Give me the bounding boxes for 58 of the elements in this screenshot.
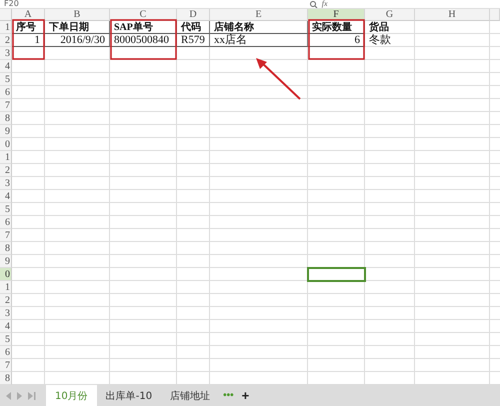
function-label[interactable]: fx bbox=[322, 0, 328, 8]
row-header[interactable]: 7 bbox=[0, 359, 12, 372]
row-header[interactable]: 0 bbox=[0, 268, 12, 281]
row-header[interactable]: 2 bbox=[0, 34, 12, 47]
row-header[interactable]: 8 bbox=[0, 242, 12, 255]
row-header[interactable]: 7 bbox=[0, 229, 12, 242]
column-header[interactable]: B bbox=[45, 9, 110, 21]
row-header[interactable]: 3 bbox=[0, 177, 12, 190]
row-header[interactable]: 4 bbox=[0, 190, 12, 203]
table-cell: 序号 bbox=[12, 21, 45, 34]
row-header[interactable]: 1 bbox=[0, 151, 12, 164]
row-header[interactable]: 3 bbox=[0, 47, 12, 60]
row-header[interactable]: 5 bbox=[0, 333, 12, 346]
row-header[interactable]: 6 bbox=[0, 216, 12, 229]
table-cell: 下单日期 bbox=[45, 21, 110, 34]
next-sheet-icon[interactable] bbox=[17, 392, 23, 400]
row-header[interactable]: 2 bbox=[0, 164, 12, 177]
column-header[interactable] bbox=[490, 9, 500, 21]
row-header[interactable]: 4 bbox=[0, 60, 12, 73]
row-header[interactable]: 5 bbox=[0, 73, 12, 86]
table-cell: 1 bbox=[12, 34, 45, 47]
table-cell: SAP单号 bbox=[110, 21, 177, 34]
table-cell: 8000500840 bbox=[110, 34, 177, 47]
table-cell-text: 冬款 bbox=[368, 34, 392, 47]
row-header[interactable]: 7 bbox=[0, 99, 12, 112]
table-cell: xx店名 bbox=[210, 34, 308, 47]
column-header[interactable]: D bbox=[177, 9, 210, 21]
row-header[interactable]: 6 bbox=[0, 86, 12, 99]
column-header[interactable]: E bbox=[210, 9, 308, 21]
table-cell: 2016/9/30 bbox=[45, 34, 110, 47]
row-header[interactable]: 9 bbox=[0, 255, 12, 268]
table-cell: R579 bbox=[177, 34, 210, 47]
row-header[interactable]: 9 bbox=[0, 125, 12, 138]
table-cell: 代码 bbox=[177, 21, 210, 34]
sheet-tab[interactable]: 10月份 bbox=[46, 385, 97, 406]
row-header[interactable]: 4 bbox=[0, 320, 12, 333]
row-header[interactable]: 1 bbox=[0, 21, 12, 34]
active-cell[interactable] bbox=[307, 267, 366, 282]
table-cell: 6 bbox=[308, 34, 365, 47]
last-sheet-icon[interactable] bbox=[28, 392, 36, 400]
select-all-corner[interactable] bbox=[0, 9, 12, 21]
row-header[interactable]: 5 bbox=[0, 203, 12, 216]
name-box[interactable]: F20 bbox=[4, 0, 19, 8]
table-cell: 店铺名称 bbox=[210, 21, 308, 34]
row-header[interactable]: 1 bbox=[0, 281, 12, 294]
previous-sheet-icon[interactable] bbox=[6, 392, 12, 400]
row-header[interactable]: 0 bbox=[0, 138, 12, 151]
row-header[interactable]: 8 bbox=[0, 372, 12, 385]
row-header[interactable]: 2 bbox=[0, 294, 12, 307]
column-header[interactable]: G bbox=[365, 9, 415, 21]
search-icon[interactable] bbox=[308, 1, 318, 8]
table-cell: 实际数量 bbox=[308, 21, 365, 34]
row-header[interactable]: 6 bbox=[0, 346, 12, 359]
row-header[interactable]: 3 bbox=[0, 307, 12, 320]
table-cell-text: 货品 bbox=[368, 21, 390, 34]
row-header[interactable]: 8 bbox=[0, 112, 12, 125]
add-sheet-button[interactable]: + bbox=[238, 385, 254, 406]
column-header[interactable]: H bbox=[415, 9, 490, 21]
